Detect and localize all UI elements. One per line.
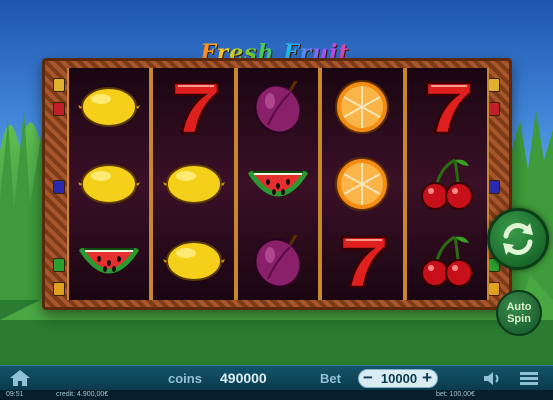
payline-marker [488,180,500,194]
reel-1 [66,68,152,300]
reel-5 [404,68,490,300]
watermelon-icon [74,229,144,293]
bet-stepper: − 10000 + [358,368,438,388]
payline-marker [53,180,65,194]
seven-icon [412,75,482,139]
reel-4 [320,68,406,300]
payline-marker [488,78,500,92]
seven-icon [159,75,229,139]
spin-arrows-icon [503,223,533,255]
lemon-icon [74,152,144,216]
plum-icon [243,229,313,293]
orange-icon [327,75,397,139]
bottom-toolbar: coins 490000 Bet − 10000 + [0,365,553,390]
payline-marker [53,102,65,116]
payline-marker [488,102,500,116]
lemon-icon [74,75,144,139]
speaker-icon[interactable] [482,370,502,387]
clock-text: 09:51 [6,391,24,398]
reels-grid [66,68,490,300]
cherries-icon [412,229,482,293]
payline-marker [488,282,500,296]
watermelon-icon [243,152,313,216]
spin-button[interactable] [487,208,549,270]
bet-label: Bet [320,371,341,386]
coins-value: 490000 [220,370,267,386]
seven-icon [327,229,397,293]
bet-amount-text: bet: 100,00€ [436,391,475,398]
auto-spin-button[interactable]: Auto Spin [496,290,542,336]
cherries-icon [412,152,482,216]
status-bar: 09:51 credit: 4.900,00€ bet: 100,00€ [0,390,553,400]
reel-2 [151,68,237,300]
lemon-icon [159,152,229,216]
auto-spin-label-line2: Spin [507,313,531,325]
credit-text: credit: 4.900,00€ [56,391,109,398]
reel-3 [235,68,321,300]
payline-marker [53,258,65,272]
bet-decrease-button[interactable]: − [363,368,373,388]
bet-increase-button[interactable]: + [422,368,432,388]
lemon-icon [159,229,229,293]
hamburger-menu-icon[interactable] [519,370,539,387]
bet-value: 10000 [380,371,418,386]
payline-marker [53,282,65,296]
home-icon[interactable] [9,369,31,387]
plum-icon [243,75,313,139]
orange-icon [327,152,397,216]
auto-spin-label-line1: Auto [506,301,532,313]
payline-marker [53,78,65,92]
coins-label: coins [168,371,202,386]
